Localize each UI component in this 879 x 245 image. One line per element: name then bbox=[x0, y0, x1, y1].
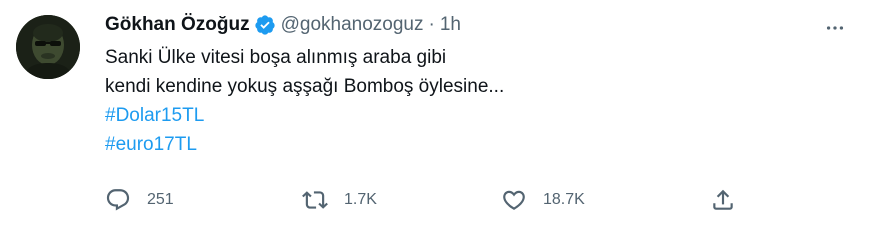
author-display-name[interactable]: Gökhan Özoğuz bbox=[105, 12, 250, 38]
reply-button[interactable]: 251 bbox=[105, 182, 174, 218]
tweet-timestamp[interactable]: 1h bbox=[440, 12, 461, 38]
header-separator: · bbox=[428, 14, 435, 35]
retweet-count: 1.7K bbox=[344, 191, 377, 208]
avatar[interactable] bbox=[16, 15, 80, 79]
verified-badge-icon bbox=[254, 14, 276, 36]
reply-icon bbox=[106, 189, 130, 211]
reply-count: 251 bbox=[147, 191, 174, 208]
like-button[interactable]: 18.7K bbox=[501, 182, 585, 218]
tweet-actions-bar: 251 1.7K 18.7K bbox=[105, 182, 745, 218]
share-button[interactable] bbox=[710, 182, 736, 218]
tweet-text: Sanki Ülke vitesi boşa alınmış araba gib… bbox=[105, 43, 859, 159]
retweet-button[interactable]: 1.7K bbox=[302, 182, 377, 218]
retweet-icon bbox=[302, 191, 328, 209]
hashtag-link[interactable]: #euro17TL bbox=[105, 130, 859, 159]
heart-icon bbox=[503, 190, 525, 210]
share-icon bbox=[713, 189, 733, 210]
tweet-text-line: kendi kendine yokuş aşşağı Bomboş öylesi… bbox=[105, 76, 505, 97]
more-options-button[interactable] bbox=[817, 16, 853, 40]
tweet-text-line: Sanki Ülke vitesi boşa alınmış araba gib… bbox=[105, 47, 447, 68]
author-handle[interactable]: @gokhanozoguz bbox=[281, 12, 424, 38]
avatar-image bbox=[16, 15, 80, 79]
tweet-content: Gökhan Özoğuz @gokhanozoguz · 1h Sanki Ü… bbox=[105, 12, 859, 159]
more-dots-icon bbox=[826, 26, 844, 30]
like-count: 18.7K bbox=[543, 191, 585, 208]
tweet[interactable]: Gökhan Özoğuz @gokhanozoguz · 1h Sanki Ü… bbox=[0, 0, 879, 245]
tweet-header: Gökhan Özoğuz @gokhanozoguz · 1h bbox=[105, 12, 859, 38]
hashtag-link[interactable]: #Dolar15TL bbox=[105, 101, 859, 130]
